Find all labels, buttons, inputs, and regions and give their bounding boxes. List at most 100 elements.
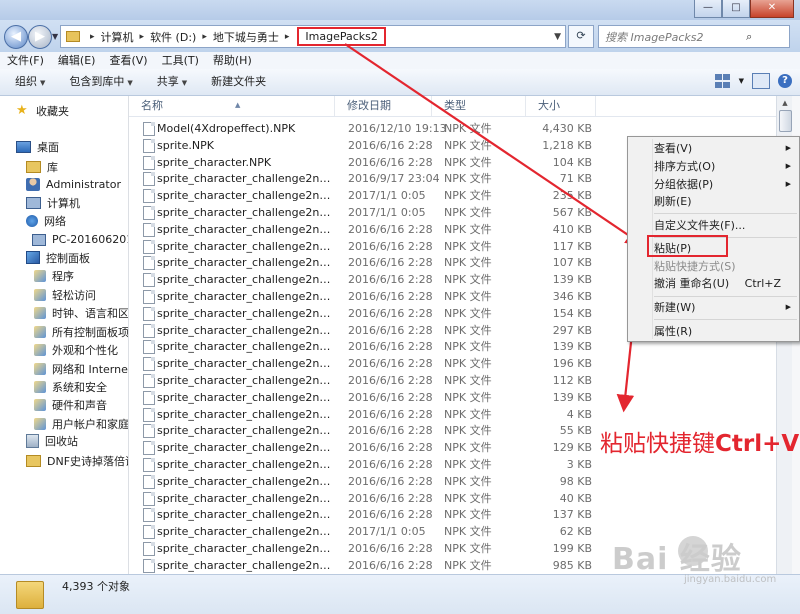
breadcrumb-computer[interactable]: 计算机 bbox=[101, 29, 134, 45]
file-date: 2016/6/16 2:28 bbox=[348, 239, 433, 253]
sidebar-item-control-panel[interactable]: 控制面板 bbox=[26, 249, 90, 266]
sidebar-item-administrator[interactable]: Administrator bbox=[26, 176, 121, 193]
column-size[interactable]: 大小 bbox=[526, 96, 596, 116]
sidebar-item-ease-of-access[interactable]: 轻松访问 bbox=[34, 286, 96, 303]
back-button[interactable]: ◀ bbox=[4, 25, 28, 49]
submenu-arrow-icon: ▶ bbox=[785, 180, 791, 188]
help-icon[interactable]: ? bbox=[778, 74, 792, 88]
sidebar-item-pc[interactable]: PC-20160620195 bbox=[32, 231, 128, 248]
file-type: NPK 文件 bbox=[444, 441, 492, 455]
recent-pages-dropdown-icon[interactable]: ▼ bbox=[52, 32, 58, 41]
file-row[interactable]: sprite_character_challenge2nd_gunne... 20… bbox=[129, 355, 776, 372]
minimize-button[interactable]: — bbox=[694, 0, 722, 18]
organize-button[interactable]: 组织 ▼ bbox=[0, 69, 54, 96]
preview-pane-icon[interactable] bbox=[752, 73, 770, 89]
breadcrumb-chevron-icon[interactable]: ▸ bbox=[140, 32, 145, 42]
breadcrumb-chevron-icon[interactable]: ▸ bbox=[285, 32, 290, 42]
breadcrumb-drive-d[interactable]: 软件 (D:) bbox=[150, 29, 196, 45]
sidebar-item-network-internet[interactable]: 网络和 Internet bbox=[34, 360, 128, 377]
sidebar-item-system-security[interactable]: 系统和安全 bbox=[34, 378, 107, 395]
forward-button[interactable]: ▶ bbox=[28, 25, 52, 49]
sidebar-item-label: 收藏夹 bbox=[36, 104, 69, 118]
file-size: 199 KB bbox=[552, 542, 592, 555]
context-item-properties[interactable]: 属性(R) bbox=[654, 323, 795, 340]
file-size: 3 KB bbox=[566, 458, 592, 471]
share-button[interactable]: 共享 ▼ bbox=[142, 69, 196, 96]
menu-tools[interactable]: 工具(T) bbox=[155, 52, 206, 69]
sidebar-item-clock-language-region[interactable]: 时钟、语言和区域 bbox=[34, 304, 128, 321]
file-icon bbox=[143, 424, 155, 439]
breadcrumb-chevron-icon[interactable]: ▸ bbox=[90, 32, 95, 42]
address-dropdown-icon[interactable]: ▼ bbox=[554, 32, 561, 42]
context-item-new[interactable]: 新建(W) ▶ bbox=[654, 299, 795, 316]
scroll-up-icon[interactable]: ▲ bbox=[777, 96, 793, 110]
context-item-view[interactable]: 查看(V) ▶ bbox=[654, 140, 795, 157]
file-type: NPK 文件 bbox=[444, 357, 492, 371]
sidebar-item-library[interactable]: 库 bbox=[26, 158, 58, 175]
menu-separator bbox=[654, 213, 797, 214]
close-button[interactable]: ✕ bbox=[750, 0, 794, 18]
menu-help[interactable]: 帮助(H) bbox=[206, 52, 259, 69]
file-name: sprite_character_challenge2nd_demo... bbox=[157, 189, 335, 203]
context-item-customize-folder[interactable]: 自定义文件夹(F)... bbox=[654, 217, 795, 234]
context-item-group-by[interactable]: 分组依据(P) ▶ bbox=[654, 176, 795, 193]
menu-edit[interactable]: 编辑(E) bbox=[51, 52, 103, 69]
menu-view[interactable]: 查看(V) bbox=[102, 52, 154, 69]
file-row[interactable]: sprite_character_challenge2nd_gunne... 20… bbox=[129, 372, 776, 389]
file-icon bbox=[143, 558, 155, 573]
sidebar-item-label: 轻松访问 bbox=[52, 288, 96, 302]
sidebar-item-recycle-bin[interactable]: 回收站 bbox=[26, 432, 78, 449]
sidebar-item-all-items[interactable]: 所有控制面板项 bbox=[34, 323, 128, 340]
change-view-icon[interactable] bbox=[714, 74, 731, 88]
context-item-sort-by[interactable]: 排序方式(O) ▶ bbox=[654, 158, 795, 175]
file-row[interactable]: sprite_character_challenge2nd_gunne... 20… bbox=[129, 473, 776, 490]
system-security-icon bbox=[34, 380, 46, 393]
search-icon[interactable]: ⌕ bbox=[703, 30, 789, 44]
sidebar-item-dnf-folder[interactable]: DNF史诗掉落倍识 bbox=[26, 452, 129, 469]
file-row[interactable]: Model(4Xdropeffect).NPK 2016/12/10 19:13 N… bbox=[129, 120, 776, 137]
context-item-undo-rename[interactable]: 撤消 重命名(U) Ctrl+Z bbox=[654, 275, 795, 292]
file-name: sprite_character_challenge2nd_mage_... bbox=[157, 525, 335, 539]
menu-file[interactable]: 文件(F) bbox=[0, 52, 51, 69]
file-row[interactable]: sprite_character_challenge2nd_knight... 2… bbox=[129, 490, 776, 507]
view-dropdown-icon[interactable]: ▼ bbox=[739, 77, 744, 85]
refresh-button[interactable]: ⟳ bbox=[568, 25, 594, 48]
context-item-refresh[interactable]: 刷新(E) bbox=[654, 193, 795, 210]
column-date[interactable]: 修改日期 bbox=[335, 96, 432, 116]
file-type: NPK 文件 bbox=[444, 491, 492, 505]
file-type: NPK 文件 bbox=[444, 189, 492, 203]
sidebar-item-label: DNF史诗掉落倍识 bbox=[47, 454, 129, 468]
file-row[interactable]: sprite_character_challenge2nd_gunne... 20… bbox=[129, 389, 776, 406]
search-input[interactable]: 搜索 ImagePacks2 ⌕ bbox=[598, 25, 790, 48]
file-icon bbox=[143, 357, 155, 372]
sidebar-item-favorites[interactable]: ★ 收藏夹 bbox=[16, 102, 69, 119]
breadcrumb-current-folder[interactable]: ImagePacks2 bbox=[297, 27, 386, 46]
user-icon bbox=[26, 178, 40, 191]
column-type[interactable]: 类型 bbox=[432, 96, 526, 116]
file-type: NPK 文件 bbox=[444, 525, 492, 539]
include-in-library-button[interactable]: 包含到库中 ▼ bbox=[54, 69, 141, 96]
file-name: sprite_character_challenge2nd_gunne... bbox=[157, 390, 335, 404]
recycle-bin-icon bbox=[26, 433, 39, 448]
title-bar: — □ ✕ bbox=[0, 0, 800, 20]
sidebar-item-user-accounts[interactable]: 用户帐户和家庭安 bbox=[34, 415, 128, 432]
address-bar[interactable]: ▸ 计算机 ▸ 软件 (D:) ▸ 地下城与勇士 ▸ ImagePacks2 ▼ bbox=[60, 25, 566, 48]
breadcrumb-dnf-folder[interactable]: 地下城与勇士 bbox=[213, 29, 279, 45]
sidebar-item-programs[interactable]: 程序 bbox=[34, 267, 74, 284]
sidebar-item-computer[interactable]: 计算机 bbox=[26, 194, 80, 211]
scrollbar-thumb[interactable] bbox=[779, 110, 792, 132]
new-folder-button[interactable]: 新建文件夹 bbox=[196, 69, 275, 95]
sidebar-item-hardware-sound[interactable]: 硬件和声音 bbox=[34, 396, 107, 413]
sidebar-item-appearance[interactable]: 外观和个性化 bbox=[34, 341, 118, 358]
file-icon bbox=[143, 155, 155, 170]
sidebar-item-network[interactable]: 网络 bbox=[26, 212, 66, 229]
file-row[interactable]: sprite_character_challenge2nd_mage_... 20… bbox=[129, 506, 776, 523]
file-row[interactable]: sprite_character_challenge2nd_gunne... 20… bbox=[129, 406, 776, 423]
column-name[interactable]: 名称 ▲ bbox=[129, 96, 335, 116]
sidebar-item-desktop[interactable]: 桌面 bbox=[16, 138, 59, 155]
annotation-text: 粘贴快捷键 bbox=[600, 431, 715, 457]
file-name: sprite_character_challenge2nd_gunne... bbox=[157, 474, 335, 488]
breadcrumb-chevron-icon[interactable]: ▸ bbox=[202, 32, 207, 42]
maximize-button[interactable]: □ bbox=[722, 0, 750, 18]
file-row[interactable]: sprite_character_challenge2nd_gunne... 20… bbox=[129, 456, 776, 473]
